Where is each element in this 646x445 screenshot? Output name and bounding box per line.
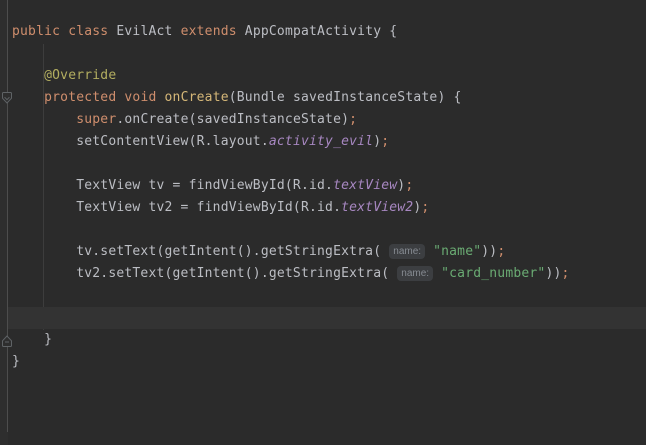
code-token: textView [333,178,397,193]
code-lines: public class EvilAct extends AppCompatAc… [8,21,646,373]
code-token: textView2 [341,200,413,215]
code-token: ; [497,244,505,259]
code-token: class [68,24,108,39]
code-token: super [76,112,116,127]
code-token: AppCompatActivity { [237,24,398,39]
code-token: )) [481,244,497,259]
code-token: tv.setText(getIntent().getStringExtra( [12,244,389,259]
code-line[interactable]: } [8,351,646,373]
code-token: TextView tv2 = findViewById(R.id. [12,200,341,215]
fold-start-icon[interactable] [1,91,13,106]
code-token: TextView tv = findViewById(R.id. [12,178,333,193]
code-editor[interactable]: public class EvilAct extends AppCompatAc… [0,0,646,445]
code-token: (Bundle savedInstanceState) { [229,90,462,105]
code-token [425,244,433,259]
code-token: @Override [44,68,116,83]
parameter-hint-badge: name: [397,266,433,281]
code-token [433,266,441,281]
code-token: } [12,332,52,347]
code-token: public [12,24,60,39]
code-line[interactable] [8,153,646,175]
fold-end-icon[interactable] [1,333,13,348]
code-token: protected [44,90,116,105]
code-token [12,112,76,127]
code-token: tv2.setText(getIntent().getStringExtra( [12,266,397,281]
code-line[interactable]: public class EvilAct extends AppCompatAc… [8,21,646,43]
code-token [157,90,165,105]
code-line[interactable]: tv.setText(getIntent().getStringExtra( n… [8,241,646,263]
code-line[interactable]: protected void onCreate(Bundle savedInst… [8,87,646,109]
code-token: setContentView(R.layout. [12,134,269,149]
code-token: .onCreate(savedInstanceState) [116,112,349,127]
code-token: ; [381,134,389,149]
parameter-hint-badge: name: [389,244,425,259]
code-line[interactable]: @Override [8,65,646,87]
code-token: "card_number" [441,266,545,281]
code-token: EvilAct [108,24,180,39]
code-token: } [12,354,20,369]
code-token [12,90,44,105]
code-token: extends [181,24,237,39]
code-line[interactable] [8,43,646,65]
code-line[interactable] [8,219,646,241]
code-line[interactable] [8,285,646,307]
code-token: onCreate [165,90,229,105]
code-token: "name" [433,244,481,259]
code-token: ; [349,112,357,127]
code-line[interactable]: TextView tv = findViewById(R.id.textView… [8,175,646,197]
code-line[interactable]: } [8,329,646,351]
code-line[interactable]: setContentView(R.layout.activity_evil); [8,131,646,153]
code-token: )) [545,266,561,281]
code-line[interactable]: TextView tv2 = findViewById(R.id.textVie… [8,197,646,219]
code-line-current[interactable] [8,307,646,329]
code-token [12,68,44,83]
code-token: ; [562,266,570,281]
code-token [60,24,68,39]
code-token: void [124,90,156,105]
code-token: ; [405,178,413,193]
code-line[interactable]: tv2.setText(getIntent().getStringExtra( … [8,263,646,285]
code-token: activity_evil [269,134,373,149]
code-token: ; [421,200,429,215]
code-line[interactable]: super.onCreate(savedInstanceState); [8,109,646,131]
